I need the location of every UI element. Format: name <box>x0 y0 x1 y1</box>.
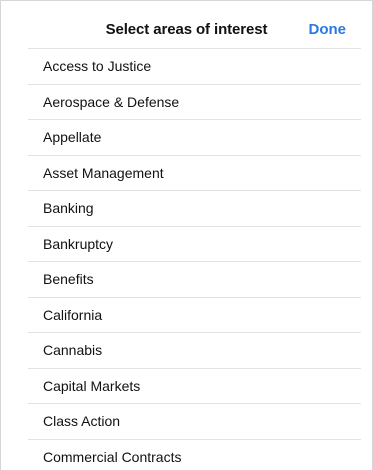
selection-sheet: Select areas of interest Done Access to … <box>0 0 373 470</box>
list-item-asset-management[interactable]: Asset Management <box>28 156 361 191</box>
list-item-commercial-contracts[interactable]: Commercial Contracts <box>28 440 361 470</box>
list-item-bankruptcy[interactable]: Bankruptcy <box>28 227 361 262</box>
list-item-california[interactable]: California <box>28 298 361 333</box>
list-item-cannabis[interactable]: Cannabis <box>28 333 361 369</box>
list-item-aerospace-defense[interactable]: Aerospace & Defense <box>28 85 361 120</box>
list-item-banking[interactable]: Banking <box>28 191 361 227</box>
list-item-benefits[interactable]: Benefits <box>28 262 361 298</box>
areas-of-interest-list: Access to Justice Aerospace & Defense Ap… <box>28 48 361 470</box>
sheet-header: Select areas of interest Done <box>1 1 372 47</box>
done-button[interactable]: Done <box>309 1 347 47</box>
list-item-class-action[interactable]: Class Action <box>28 404 361 440</box>
list-item-appellate[interactable]: Appellate <box>28 120 361 156</box>
list-item-capital-markets[interactable]: Capital Markets <box>28 369 361 404</box>
list-item-access-to-justice[interactable]: Access to Justice <box>28 49 361 85</box>
